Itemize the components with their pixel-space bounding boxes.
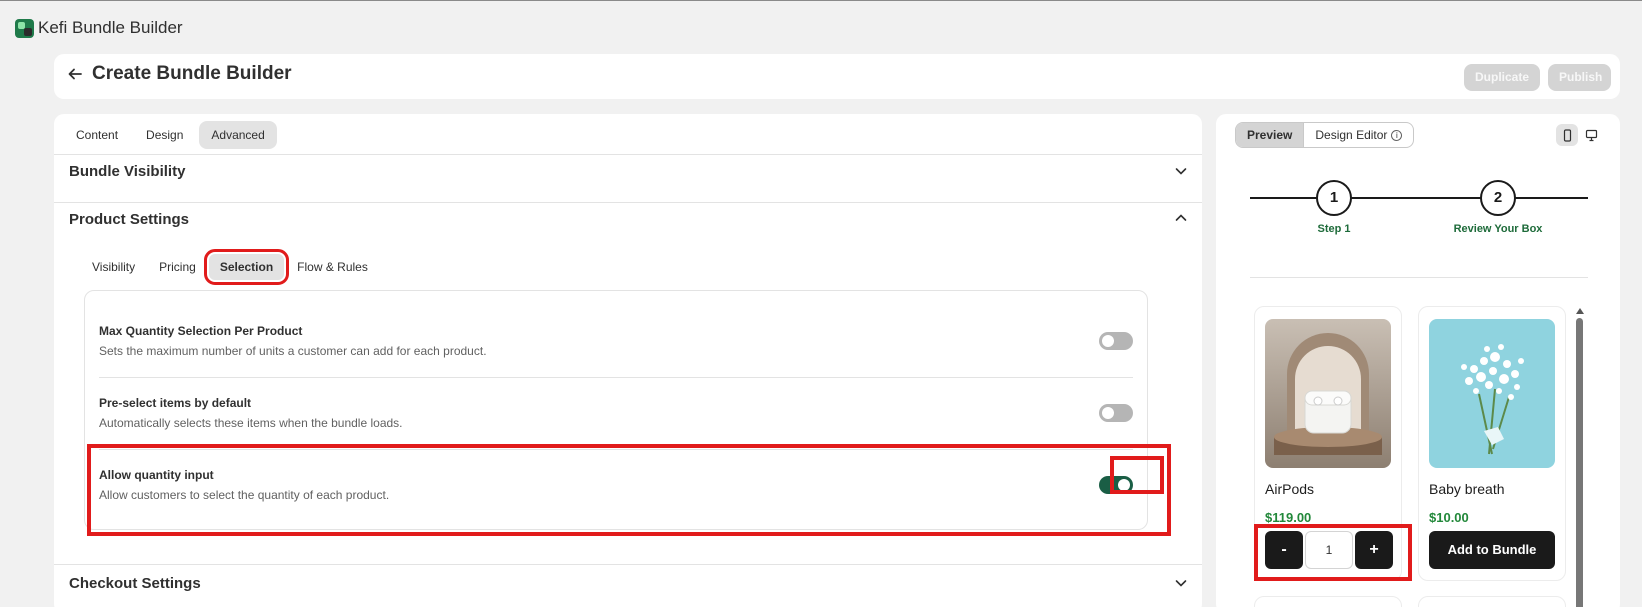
section-bundle-visibility[interactable]: Bundle Visibility: [69, 163, 185, 180]
step-progress-line: [1250, 197, 1588, 199]
step-2-label: Review Your Box: [1453, 223, 1543, 235]
product-name: Baby breath: [1429, 481, 1505, 497]
setting-description: Sets the maximum number of units a custo…: [99, 344, 487, 358]
setting-title: Max Quantity Selection Per Product: [99, 324, 303, 338]
main-tabs: Content Design Advanced: [64, 121, 277, 149]
increase-quantity-button[interactable]: +: [1355, 531, 1393, 569]
chevron-down-icon[interactable]: [1174, 576, 1188, 593]
design-editor-label: Design Editor: [1315, 128, 1388, 142]
product-list-scrollbar[interactable]: [1576, 308, 1584, 607]
product-card: [1418, 596, 1566, 607]
back-arrow-icon[interactable]: [68, 65, 82, 86]
chevron-up-icon[interactable]: [1174, 211, 1188, 228]
allow-quantity-input-toggle[interactable]: [1099, 476, 1133, 494]
product-card: [1254, 596, 1402, 607]
product-image-baby-breath: [1429, 319, 1555, 468]
product-price: $119.00: [1265, 510, 1312, 525]
max-quantity-toggle[interactable]: [1099, 332, 1133, 350]
app-bar: Kefi Bundle Builder: [15, 18, 183, 38]
setting-description: Allow customers to select the quantity o…: [99, 488, 390, 502]
desktop-view-icon[interactable]: [1580, 124, 1602, 146]
subtab-pricing[interactable]: Pricing: [148, 254, 207, 280]
preview-panel: Preview Design Editor i 1 Step 1 2 Review…: [1216, 114, 1620, 607]
product-settings-subtabs: Visibility Pricing Selection Flow & Rule…: [81, 249, 379, 285]
page-header: Create Bundle Builder Duplicate Publish: [54, 54, 1620, 99]
scrollbar-thumb[interactable]: [1576, 318, 1583, 607]
setting-title: Allow quantity input: [99, 468, 214, 482]
mobile-view-icon[interactable]: [1556, 124, 1578, 146]
divider: [99, 377, 1133, 378]
scroll-up-icon[interactable]: [1576, 308, 1584, 314]
step-1-label: Step 1: [1317, 223, 1351, 235]
quantity-input[interactable]: 1: [1305, 531, 1353, 569]
window-top-border: [0, 0, 1642, 1]
product-price: $10.00: [1429, 510, 1469, 525]
preview-mode-switch: Preview Design Editor i: [1235, 122, 1415, 148]
product-card-airpods: AirPods $119.00 - 1 +: [1254, 306, 1402, 581]
selection-settings-box: Max Quantity Selection Per Product Sets …: [84, 290, 1148, 530]
tab-advanced[interactable]: Advanced: [199, 121, 277, 149]
add-to-bundle-button[interactable]: Add to Bundle: [1429, 531, 1555, 569]
decrease-quantity-button[interactable]: -: [1265, 531, 1303, 569]
setting-max-quantity: Max Quantity Selection Per Product Sets …: [99, 324, 1133, 358]
divider: [1250, 277, 1588, 278]
setting-allow-quantity-input: Allow quantity input Allow customers to …: [99, 468, 1133, 502]
info-icon: i: [1391, 130, 1403, 142]
tab-content[interactable]: Content: [64, 121, 130, 149]
design-editor-tab[interactable]: Design Editor i: [1304, 123, 1413, 147]
duplicate-button[interactable]: Duplicate: [1464, 64, 1540, 91]
product-card-baby-breath: Baby breath $10.00 Add to Bundle: [1418, 306, 1566, 581]
page-title: Create Bundle Builder: [92, 63, 292, 84]
setting-preselect-items: Pre-select items by default Automaticall…: [99, 396, 1133, 430]
settings-panel: Content Design Advanced Bundle Visibilit…: [54, 114, 1202, 607]
subtab-visibility[interactable]: Visibility: [81, 254, 146, 280]
setting-title: Pre-select items by default: [99, 396, 252, 410]
chevron-down-icon[interactable]: [1174, 164, 1188, 181]
app-title: Kefi Bundle Builder: [38, 18, 183, 37]
divider: [54, 202, 1202, 203]
setting-description: Automatically selects these items when t…: [99, 416, 403, 430]
subtab-flow-rules[interactable]: Flow & Rules: [286, 254, 379, 280]
quantity-stepper: - 1 +: [1265, 531, 1393, 569]
step-1-circle[interactable]: 1: [1316, 180, 1352, 216]
step-2-circle[interactable]: 2: [1480, 180, 1516, 216]
section-checkout-settings[interactable]: Checkout Settings: [69, 575, 201, 592]
publish-button[interactable]: Publish: [1548, 64, 1611, 91]
preselect-toggle[interactable]: [1099, 404, 1133, 422]
divider: [54, 154, 1202, 155]
tab-design[interactable]: Design: [134, 121, 195, 149]
preview-tab[interactable]: Preview: [1236, 123, 1305, 147]
divider: [99, 449, 1133, 450]
app-logo-icon: [15, 18, 34, 38]
product-image-airpods: [1265, 319, 1391, 468]
divider: [54, 564, 1202, 565]
product-name: AirPods: [1265, 481, 1315, 497]
subtab-selection[interactable]: Selection: [203, 249, 290, 285]
section-product-settings[interactable]: Product Settings: [69, 211, 189, 228]
